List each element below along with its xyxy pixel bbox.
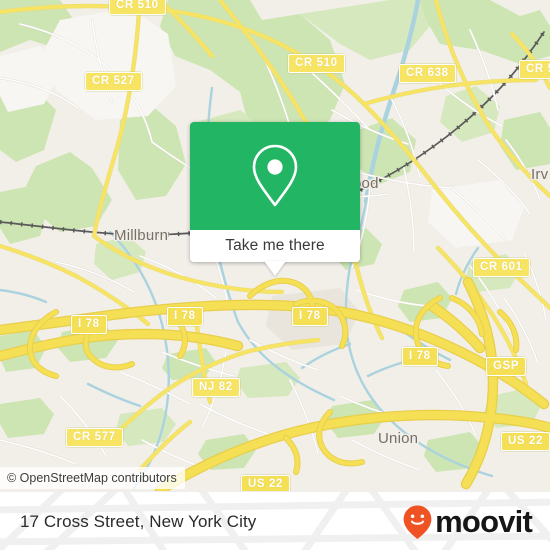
road-shield-us-22-right: US 22 [501, 432, 550, 451]
callout-pointer [264, 261, 286, 276]
road-shield-cr-577: CR 577 [66, 428, 123, 447]
road-shield-i-78-right: I 78 [402, 347, 438, 366]
location-callout[interactable]: Take me there [190, 122, 360, 276]
callout-body: Take me there [190, 122, 360, 262]
moovit-logo[interactable]: moovit [401, 492, 533, 550]
road-shield-i-78-left: I 78 [71, 315, 107, 334]
footer-bar: 17 Cross Street, New York City moovit [0, 491, 550, 550]
road-shield-cr-638: CR 638 [399, 64, 456, 83]
moovit-smiley-pin-icon [403, 505, 432, 539]
callout-header [190, 122, 360, 230]
map-screenshot: .park { fill: #cde5b2; } .park2 { fill: … [0, 0, 550, 550]
attribution-text: © OpenStreetMap contributors [7, 471, 177, 485]
map-pin-icon [252, 144, 298, 207]
address-text: 17 Cross Street, New York City [20, 511, 257, 531]
footer-address: 17 Cross Street, New York City [20, 492, 256, 550]
road-shield-us-22-bottom: US 22 [241, 475, 290, 491]
map-attribution[interactable]: © OpenStreetMap contributors [0, 467, 185, 489]
road-shield-cr-51: CR 51 [519, 60, 550, 79]
road-shield-i-78-mid: I 78 [167, 307, 203, 326]
road-shield-i-78-center: I 78 [292, 307, 328, 326]
road-shield-nj-82: NJ 82 [192, 378, 240, 397]
road-shield-cr-510-right: CR 510 [288, 54, 345, 73]
moovit-wordmark: moovit [435, 504, 533, 539]
take-me-there-label: Take me there [225, 237, 325, 254]
road-shield-cr-601: CR 601 [473, 258, 530, 277]
road-shield-gsp: GSP [486, 357, 527, 376]
road-shield-cr-527: CR 527 [85, 72, 142, 91]
callout-action-bar[interactable]: Take me there [190, 230, 360, 262]
road-shield-cr-510-top: CR 510 [109, 0, 166, 15]
map-canvas[interactable]: .park { fill: #cde5b2; } .park2 { fill: … [0, 0, 550, 491]
